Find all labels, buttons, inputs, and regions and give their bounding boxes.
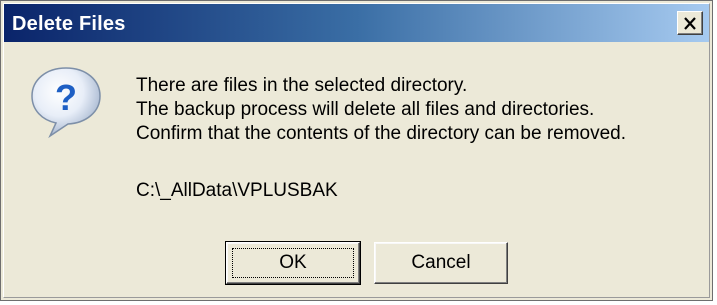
dialog-frame: Delete Files ? There are files in the se… [3,3,710,298]
ok-button[interactable]: OK [225,241,361,285]
question-icon: ? [26,62,106,142]
directory-path: C:\_AllData\VPLUSBAK [136,180,338,201]
message-line-2: The backup process will delete all files… [136,99,595,120]
message-line-3: Confirm that the contents of the directo… [136,123,627,144]
cancel-button[interactable]: Cancel [374,242,508,284]
title-bar[interactable]: Delete Files [4,4,709,42]
focus-rect [232,248,354,278]
close-button[interactable] [677,11,703,35]
delete-files-dialog: Delete Files ? There are files in the se… [0,0,713,301]
dialog-title: Delete Files [12,13,126,35]
cancel-button-label: Cancel [411,252,471,273]
svg-text:?: ? [55,77,77,118]
message-text: There are files in the selected director… [136,74,626,146]
message-line-1: There are files in the selected director… [136,75,468,96]
close-icon [684,16,696,30]
